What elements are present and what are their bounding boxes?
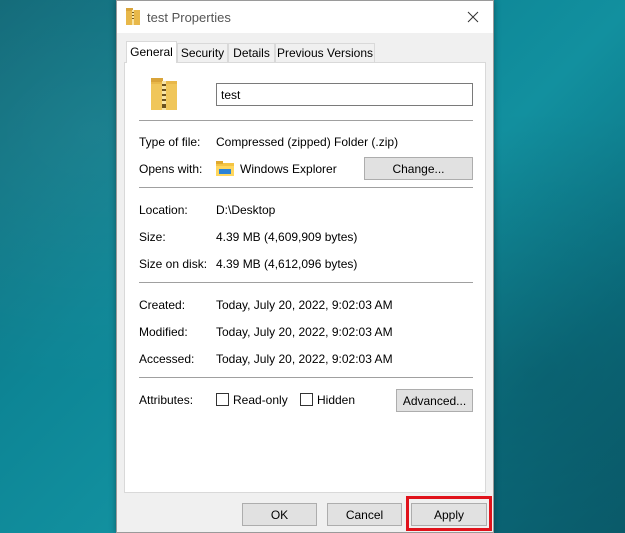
modified-value: Today, July 20, 2022, 9:02:03 AM	[216, 325, 393, 339]
ok-button[interactable]: OK	[242, 503, 317, 526]
file-explorer-icon	[216, 161, 234, 176]
zip-folder-icon	[151, 78, 177, 110]
modified-label: Modified:	[139, 325, 188, 339]
location-label: Location:	[139, 203, 188, 217]
apply-highlight-box	[406, 496, 492, 531]
accessed-value: Today, July 20, 2022, 9:02:03 AM	[216, 352, 393, 366]
cancel-button[interactable]: Cancel	[327, 503, 402, 526]
type-of-file-value: Compressed (zipped) Folder (.zip)	[216, 135, 399, 149]
properties-dialog: test Properties General Security Details…	[116, 0, 494, 533]
accessed-label: Accessed:	[139, 352, 195, 366]
size-on-disk-value: 4.39 MB (4,612,096 bytes)	[216, 257, 358, 271]
size-value: 4.39 MB (4,609,909 bytes)	[216, 230, 358, 244]
title-bar[interactable]: test Properties	[117, 1, 493, 33]
location-value: D:\Desktop	[216, 203, 276, 217]
divider	[139, 187, 473, 188]
tab-details[interactable]: Details	[228, 43, 275, 62]
tab-security[interactable]: Security	[177, 43, 228, 62]
divider	[139, 282, 473, 283]
attributes-label: Attributes:	[139, 393, 194, 407]
tab-previous-versions[interactable]: Previous Versions	[275, 43, 375, 62]
opens-with-value: Windows Explorer	[240, 162, 337, 176]
divider	[139, 377, 473, 378]
change-button[interactable]: Change...	[364, 157, 473, 180]
zip-folder-icon	[126, 8, 140, 25]
hidden-label[interactable]: Hidden	[317, 393, 355, 407]
opens-with-label: Opens with:	[139, 162, 203, 176]
file-name-input[interactable]	[216, 83, 473, 106]
general-panel: Type of file: Compressed (zipped) Folder…	[124, 62, 486, 493]
read-only-label[interactable]: Read-only	[233, 393, 288, 407]
read-only-checkbox[interactable]	[216, 393, 229, 406]
created-label: Created:	[139, 298, 186, 312]
divider	[139, 120, 473, 121]
window-title: test Properties	[147, 10, 231, 25]
close-button[interactable]	[453, 1, 493, 33]
size-label: Size:	[139, 230, 166, 244]
created-value: Today, July 20, 2022, 9:02:03 AM	[216, 298, 393, 312]
tab-general[interactable]: General	[126, 41, 177, 63]
size-on-disk-label: Size on disk:	[139, 257, 208, 271]
type-of-file-label: Type of file:	[139, 135, 201, 149]
hidden-checkbox[interactable]	[300, 393, 313, 406]
advanced-button[interactable]: Advanced...	[396, 389, 473, 412]
close-icon	[467, 11, 479, 23]
